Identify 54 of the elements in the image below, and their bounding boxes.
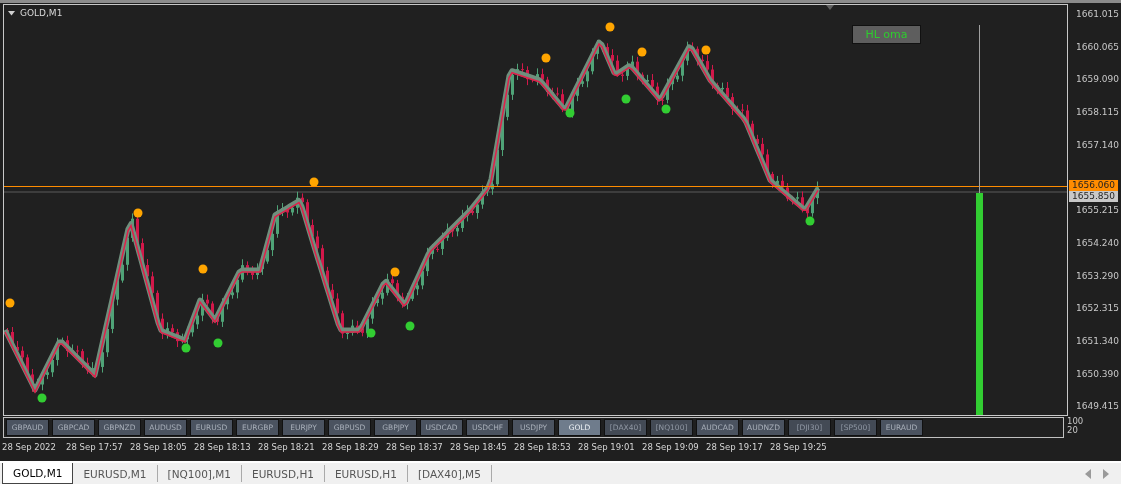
shift-marker-icon	[826, 5, 834, 10]
low-marker	[181, 343, 191, 353]
time-label: 28 Sep 18:53	[514, 442, 572, 452]
low-marker	[621, 94, 631, 104]
price-label: 1657.140	[1076, 138, 1120, 152]
scale-label: 100	[1067, 417, 1084, 426]
time-label: 28 Sep 18:05	[130, 442, 188, 452]
price-label: 1659.090	[1076, 73, 1120, 87]
time-label: 28 Sep 18:29	[322, 442, 380, 452]
price-label: 1661.015	[1076, 8, 1120, 21]
chart-title[interactable]: GOLD,M1	[8, 8, 63, 18]
price-label: 1652.315	[1076, 302, 1120, 316]
price-label: 1658.115	[1076, 106, 1120, 120]
high-marker	[5, 298, 15, 308]
price-label: 1650.390	[1076, 367, 1120, 381]
time-label: 28 Sep 18:13	[194, 442, 252, 452]
low-marker	[37, 393, 47, 403]
price-label: 1653.290	[1076, 269, 1120, 283]
time-label: 28 Sep 19:09	[642, 442, 700, 452]
chart-symbol: GOLD,M1	[20, 8, 63, 18]
time-label: 28 Sep 2022	[2, 442, 57, 452]
scroll-right-icon[interactable]	[1103, 468, 1109, 479]
price-label: 1654.240	[1076, 236, 1120, 250]
indicator-label: HL oma	[852, 25, 921, 44]
low-marker	[661, 104, 671, 114]
price-label: 1660.065	[1076, 40, 1120, 54]
time-label: 28 Sep 18:21	[258, 442, 316, 452]
time-label: 28 Sep 19:01	[578, 442, 636, 452]
time-label: 28 Sep 17:57	[66, 442, 124, 452]
low-marker	[405, 321, 415, 331]
price-label: 1655.215	[1076, 204, 1120, 218]
time-label: 28 Sep 19:25	[770, 442, 828, 452]
high-marker	[541, 53, 551, 63]
high-marker	[133, 208, 143, 218]
time-label: 28 Sep 19:17	[706, 442, 764, 452]
price-label: 1651.340	[1076, 334, 1120, 348]
price-tag: 1656.060	[1069, 180, 1118, 191]
high-marker	[198, 264, 208, 274]
high-marker	[605, 22, 615, 32]
high-marker	[309, 177, 319, 187]
low-marker	[565, 108, 575, 118]
high-marker	[390, 267, 400, 277]
low-marker	[213, 338, 223, 348]
high-marker	[701, 45, 711, 55]
price-tag: 1655.850	[1069, 191, 1118, 202]
low-marker	[366, 328, 376, 338]
high-marker	[637, 47, 647, 57]
scale-label: 20	[1067, 426, 1079, 435]
dropdown-icon[interactable]	[8, 10, 15, 16]
chart-tab[interactable]: GOLD,M1	[2, 463, 74, 484]
time-label: 28 Sep 18:45	[450, 442, 508, 452]
scroll-left-icon[interactable]	[1085, 468, 1091, 479]
time-label: 28 Sep 18:37	[386, 442, 444, 452]
low-marker	[805, 216, 815, 226]
